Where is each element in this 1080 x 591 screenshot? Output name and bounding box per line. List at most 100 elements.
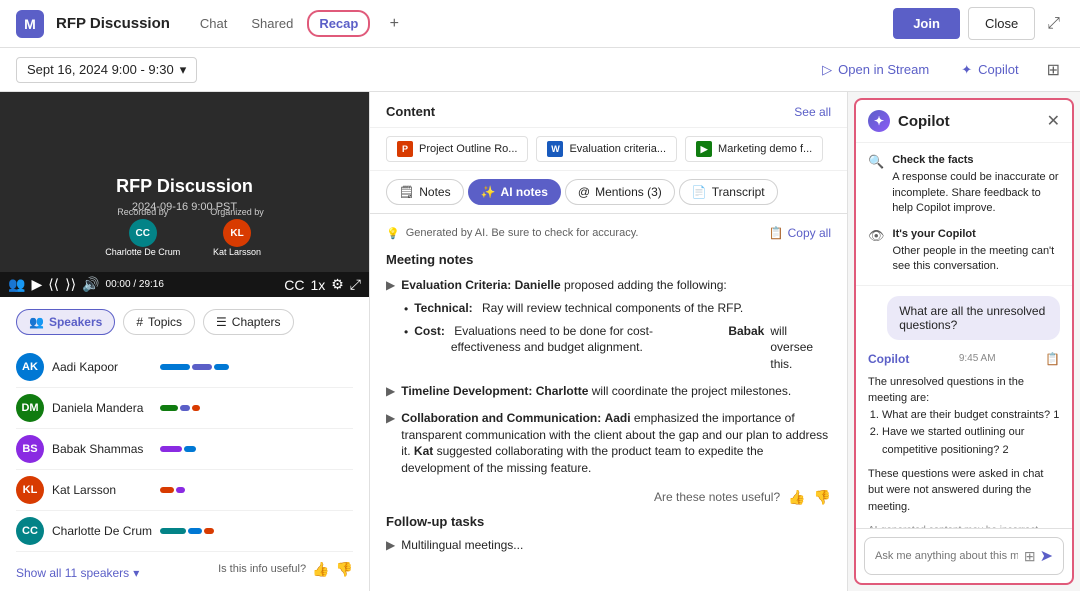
close-copilot-button[interactable]: ✕ [1047,111,1060,131]
list-item: CC Charlotte De Crum [16,511,353,552]
note-bullet: Cost: Evaluations need to be done for co… [404,323,831,373]
left-panel: RFP Discussion 2024-09-16 9:00 PST Recor… [0,92,370,591]
tab-topics[interactable]: # Topics [123,309,195,335]
note-header[interactable]: ▶ Timeline Development: Charlotte will c… [386,383,831,400]
tab-speakers[interactable]: 👥 Speakers [16,309,115,335]
notes-tabs: 🗒 Notes ✨ AI notes @ Mentions (3) 📄 Tran… [370,171,847,214]
open-in-stream-button[interactable]: ▷ Open in Stream [814,58,937,82]
video-title: RFP Discussion [116,176,253,197]
speakers-icon: 👥 [29,315,44,329]
speakers-list: AK Aadi Kapoor DM Daniela Mandera [16,347,353,552]
close-meeting-button[interactable]: Close [968,7,1035,40]
avatar-small-icon[interactable]: 👥 [8,276,25,293]
thumbs-down-notes-button[interactable]: 👎 [814,489,831,506]
copilot-toggle-button[interactable]: ✦ Copilot [953,58,1026,82]
speaker-name: Charlotte De Crum [52,524,152,538]
rewind-button[interactable]: ⟨⟨ [48,276,59,293]
ai-notice-icon: 💡 [386,227,400,240]
video-ctrl-right: CC 1x ⚙ ⤢ [284,276,361,293]
tab-notes[interactable]: 🗒 Notes [386,179,464,205]
list-item: DM Daniela Mandera [16,388,353,429]
chevron-right-icon: ▶ [386,411,395,425]
search-icon: 🔍 [868,154,884,170]
content-label: Content [386,104,435,119]
join-button[interactable]: Join [893,8,960,39]
send-button[interactable]: ➤ [1040,546,1053,566]
expand-button[interactable]: ⤢ [1043,11,1064,37]
thumbs-down-button[interactable]: 👎 [336,561,353,578]
settings-icon[interactable]: ⊞ [1043,56,1064,84]
file-chip[interactable]: W Evaluation criteria... [536,136,677,162]
forward-button[interactable]: ⟩⟩ [65,276,76,293]
at-icon: @ [578,185,590,199]
show-all-speakers[interactable]: Show all 11 speakers ▾ [16,566,139,580]
subheader-right: ▷ Open in Stream ✦ Copilot ⊞ [814,56,1064,84]
caption-button[interactable]: CC [284,276,304,293]
list-item: BS Babak Shammas [16,429,353,470]
video-controls: 👥 ▶ ⟨⟨ ⟩⟩ 🔊 00:00 / 29:16 CC 1x ⚙ ⤢ [0,272,369,297]
speaker-name: Babak Shammas [52,442,152,456]
recorded-by-label: Recorded by [117,207,168,217]
hashtag-icon: # [136,315,143,329]
add-tab-button[interactable]: + [382,12,406,36]
tab-mentions[interactable]: @ Mentions (3) [565,179,675,205]
video-icon: ▶ [696,141,712,157]
copilot-title: ✦ Copilot [868,110,950,132]
copilot-icon: ✦ [961,62,972,78]
speaker-name: Kat Larsson [52,483,152,497]
organized-by-label: Organized by [210,207,264,217]
tab-ai-notes[interactable]: ✨ AI notes [468,179,561,205]
note-title: Collaboration and Communication: Aadi em… [401,410,831,477]
file-chip[interactable]: ▶ Marketing demo f... [685,136,823,162]
bot-time: 9:45 AM [959,351,996,366]
organized-by-name: Kat Larsson [213,247,261,257]
copilot-panel: ✦ Copilot ✕ 🔍 Check the facts A response… [854,98,1074,585]
copilot-input[interactable] [875,550,1018,562]
bot-response-intro: The unresolved questions in the meeting … [868,374,1060,407]
file-chip[interactable]: P Project Outline Ro... [386,136,528,162]
file-name: Evaluation criteria... [569,143,666,155]
tab-recap[interactable]: Recap [307,10,370,37]
fullscreen-button[interactable]: ⤢ [350,276,361,293]
play-button[interactable]: ▶ [31,276,42,293]
tab-chapters[interactable]: ☰ Chapters [203,309,293,335]
ai-notice-row: 💡 Generated by AI. Be sure to check for … [386,226,831,240]
note-header[interactable]: ▶ Collaboration and Communication: Aadi … [386,410,831,477]
grid-input-icon[interactable]: ⊞ [1024,548,1036,565]
avatar: BS [16,435,44,463]
speed-button[interactable]: 1x [310,276,325,293]
see-all-button[interactable]: See all [794,105,831,119]
speaker-name: Daniela Mandera [52,401,152,415]
copilot-chat: What are all the unresolved questions? C… [856,286,1072,528]
copy-message-button[interactable]: 📋 [1045,352,1060,366]
ai-notice-text: 💡 Generated by AI. Be sure to check for … [386,227,638,240]
ppt-icon: P [397,141,413,157]
tab-shared[interactable]: Shared [241,10,303,37]
thumbs-up-notes-button[interactable]: 👍 [788,489,805,506]
copy-all-button[interactable]: 📋 Copy all [769,226,831,240]
thumbs-up-button[interactable]: 👍 [312,561,329,578]
header: M RFP Discussion Chat Shared Recap + Joi… [0,0,1080,48]
word-icon: W [547,141,563,157]
avatar: DM [16,394,44,422]
tab-transcript[interactable]: 📄 Transcript [679,179,778,205]
speaker-name: Aadi Kapoor [52,360,152,374]
copilot-input-box: ⊞ ➤ [864,537,1064,575]
video-player[interactable]: RFP Discussion 2024-09-16 9:00 PST Recor… [0,92,369,297]
recorded-by-name: Charlotte De Crum [105,247,180,257]
speaker-bars [160,446,353,452]
avatar: AK [16,353,44,381]
ai-icon: ✨ [481,185,496,199]
date-selector[interactable]: Sept 16, 2024 9:00 - 9:30 ▾ [16,57,197,83]
eye-icon: 👁 [868,228,885,244]
speaker-bars [160,487,353,493]
bot-message-header: Copilot 9:45 AM 📋 [868,350,1060,368]
avatar: CC [16,517,44,545]
menu-icon: ☰ [216,315,227,329]
note-header[interactable]: ▶ Evaluation Criteria: Danielle proposed… [386,277,831,294]
volume-button[interactable]: 🔊 [82,276,99,293]
settings-video-button[interactable]: ⚙ [331,276,344,293]
follow-up-header[interactable]: ▶ Multilingual meetings... [386,537,831,554]
tab-chat[interactable]: Chat [190,10,237,37]
copilot-logo: ✦ [868,110,890,132]
